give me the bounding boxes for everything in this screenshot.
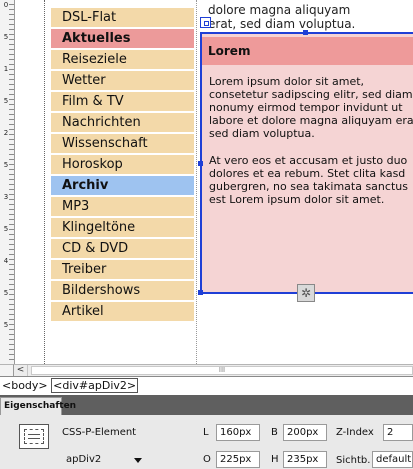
z-index-input[interactable]: 2	[383, 424, 413, 441]
move-handle-icon[interactable]: ✲	[297, 284, 315, 302]
apdiv-paragraph: At vero eos et accusam et justo duo dolo…	[209, 154, 408, 206]
nav-item-label: Bildershows	[62, 283, 141, 298]
top-label: O	[203, 454, 211, 465]
left-input[interactable]: 160px	[216, 424, 260, 441]
visibility-select[interactable]: default	[372, 451, 413, 468]
ruler-mark: 2	[3, 129, 9, 137]
nav-item-film-tv[interactable]: Film & TV	[51, 92, 194, 111]
ruler-mark: 1	[3, 65, 9, 73]
tab-properties[interactable]: Eigenschaften	[0, 397, 76, 415]
navigation-menu: DSL-Flat Aktuelles Reiseziele Wetter Fil…	[51, 8, 194, 323]
nav-item-label: CD & DVD	[62, 241, 129, 256]
resize-handle-left[interactable]	[198, 161, 203, 166]
nav-item-reiseziele[interactable]: Reiseziele	[51, 50, 194, 69]
nav-item-label: Treiber	[62, 262, 107, 277]
ruler-corner	[0, 364, 14, 376]
nav-item-label: Horoskop	[62, 157, 123, 172]
nav-item-artikel[interactable]: Artikel	[51, 302, 194, 321]
background-paragraph: dolore magna aliquyam erat, sed diam vol…	[208, 3, 413, 31]
nav-item-bildershows[interactable]: Bildershows	[51, 281, 194, 300]
nav-item-klingeltoene[interactable]: Klingeltöne	[51, 218, 194, 237]
resize-handle-top[interactable]	[303, 30, 308, 35]
nav-item-label: Film & TV	[62, 94, 124, 109]
resize-handle-bottom-left[interactable]	[198, 290, 203, 295]
nav-item-wissenschaft[interactable]: Wissenschaft	[51, 134, 194, 153]
scrollbar-thumb[interactable]: III	[31, 366, 413, 375]
left-label: L	[203, 427, 209, 438]
nav-item-horoskop[interactable]: Horoskop	[51, 155, 194, 174]
apdiv-heading: Lorem	[202, 37, 413, 65]
height-input[interactable]: 235px	[283, 451, 327, 468]
ruler-mark: 0	[3, 1, 9, 9]
nav-item-archiv[interactable]: Archiv	[51, 176, 194, 195]
ruler-mark: 5	[3, 289, 9, 297]
nav-item-mp3[interactable]: MP3	[51, 197, 194, 216]
nav-item-dsl-flat[interactable]: DSL-Flat	[51, 8, 194, 27]
element-type-label: CSS-P-Element	[62, 427, 137, 438]
vertical-ruler: 0 5 1 5 2 5 3 5 4 5 5	[0, 0, 15, 364]
scroll-left-arrow-icon[interactable]: <	[14, 365, 28, 376]
width-input[interactable]: 200px	[283, 424, 327, 441]
ruler-mark: 5	[3, 321, 9, 329]
background-text-line: erat, sed diam voluptua.	[208, 17, 356, 31]
nav-item-label: Artikel	[62, 304, 104, 319]
nav-item-treiber[interactable]: Treiber	[51, 260, 194, 279]
tag-body[interactable]: <body>	[2, 377, 48, 394]
ruler-mark: 4	[3, 257, 9, 265]
ruler-mark: 5	[3, 33, 9, 41]
layout-guide-left	[44, 0, 45, 364]
layout-guide-right	[196, 0, 197, 364]
chevron-down-icon	[134, 458, 142, 463]
height-label: H	[271, 454, 279, 465]
nav-item-label: Klingeltöne	[62, 220, 136, 235]
properties-panel: CSS-P-Element apDiv2 L 160px B 200px Z-I…	[0, 415, 413, 469]
top-input[interactable]: 225px	[216, 451, 260, 468]
css-p-element-icon	[19, 424, 49, 449]
tag-selector-bar: <body> <div#apDiv2>	[0, 376, 413, 395]
nav-item-nachrichten[interactable]: Nachrichten	[51, 113, 194, 132]
tag-div-apdiv2[interactable]: <div#apDiv2>	[51, 378, 139, 393]
nav-item-label: Nachrichten	[62, 115, 141, 130]
element-id-value: apDiv2	[66, 454, 102, 465]
ruler-mark: 5	[3, 97, 9, 105]
ruler-mark: 3	[3, 193, 9, 201]
nav-item-label: Reiseziele	[62, 52, 127, 67]
visibility-label: Sichtb.	[336, 455, 371, 466]
design-view[interactable]: 0 5 1 5 2 5 3 5 4 5 5 DSL-Flat Aktuelles…	[0, 0, 413, 364]
nav-item-cd-dvd[interactable]: CD & DVD	[51, 239, 194, 258]
nav-item-aktuelles[interactable]: Aktuelles	[51, 29, 194, 48]
nav-item-label: Archiv	[62, 178, 109, 193]
nav-item-label: DSL-Flat	[62, 10, 117, 25]
apdiv-paragraph: Lorem ipsum dolor sit amet, consetetur s…	[209, 75, 413, 140]
nav-item-wetter[interactable]: Wetter	[51, 71, 194, 90]
ap-element-anchor-icon[interactable]	[200, 17, 211, 28]
background-text-line: dolore magna aliquyam	[208, 3, 351, 17]
width-label: B	[271, 427, 278, 438]
horizontal-scrollbar[interactable]: < III	[14, 364, 413, 376]
element-id-select[interactable]: apDiv2	[62, 451, 146, 469]
ap-div-selected[interactable]: Lorem Lorem ipsum dolor sit amet, conset…	[200, 32, 413, 294]
nav-item-label: Wetter	[62, 73, 106, 88]
nav-item-label: Aktuelles	[62, 31, 131, 46]
nav-item-label: Wissenschaft	[62, 136, 148, 151]
ruler-mark: 5	[3, 225, 9, 233]
ruler-mark: 5	[3, 161, 9, 169]
z-index-label: Z-Index	[336, 427, 374, 438]
nav-item-label: MP3	[62, 199, 90, 214]
properties-panel-header: Eigenschaften	[0, 395, 413, 415]
